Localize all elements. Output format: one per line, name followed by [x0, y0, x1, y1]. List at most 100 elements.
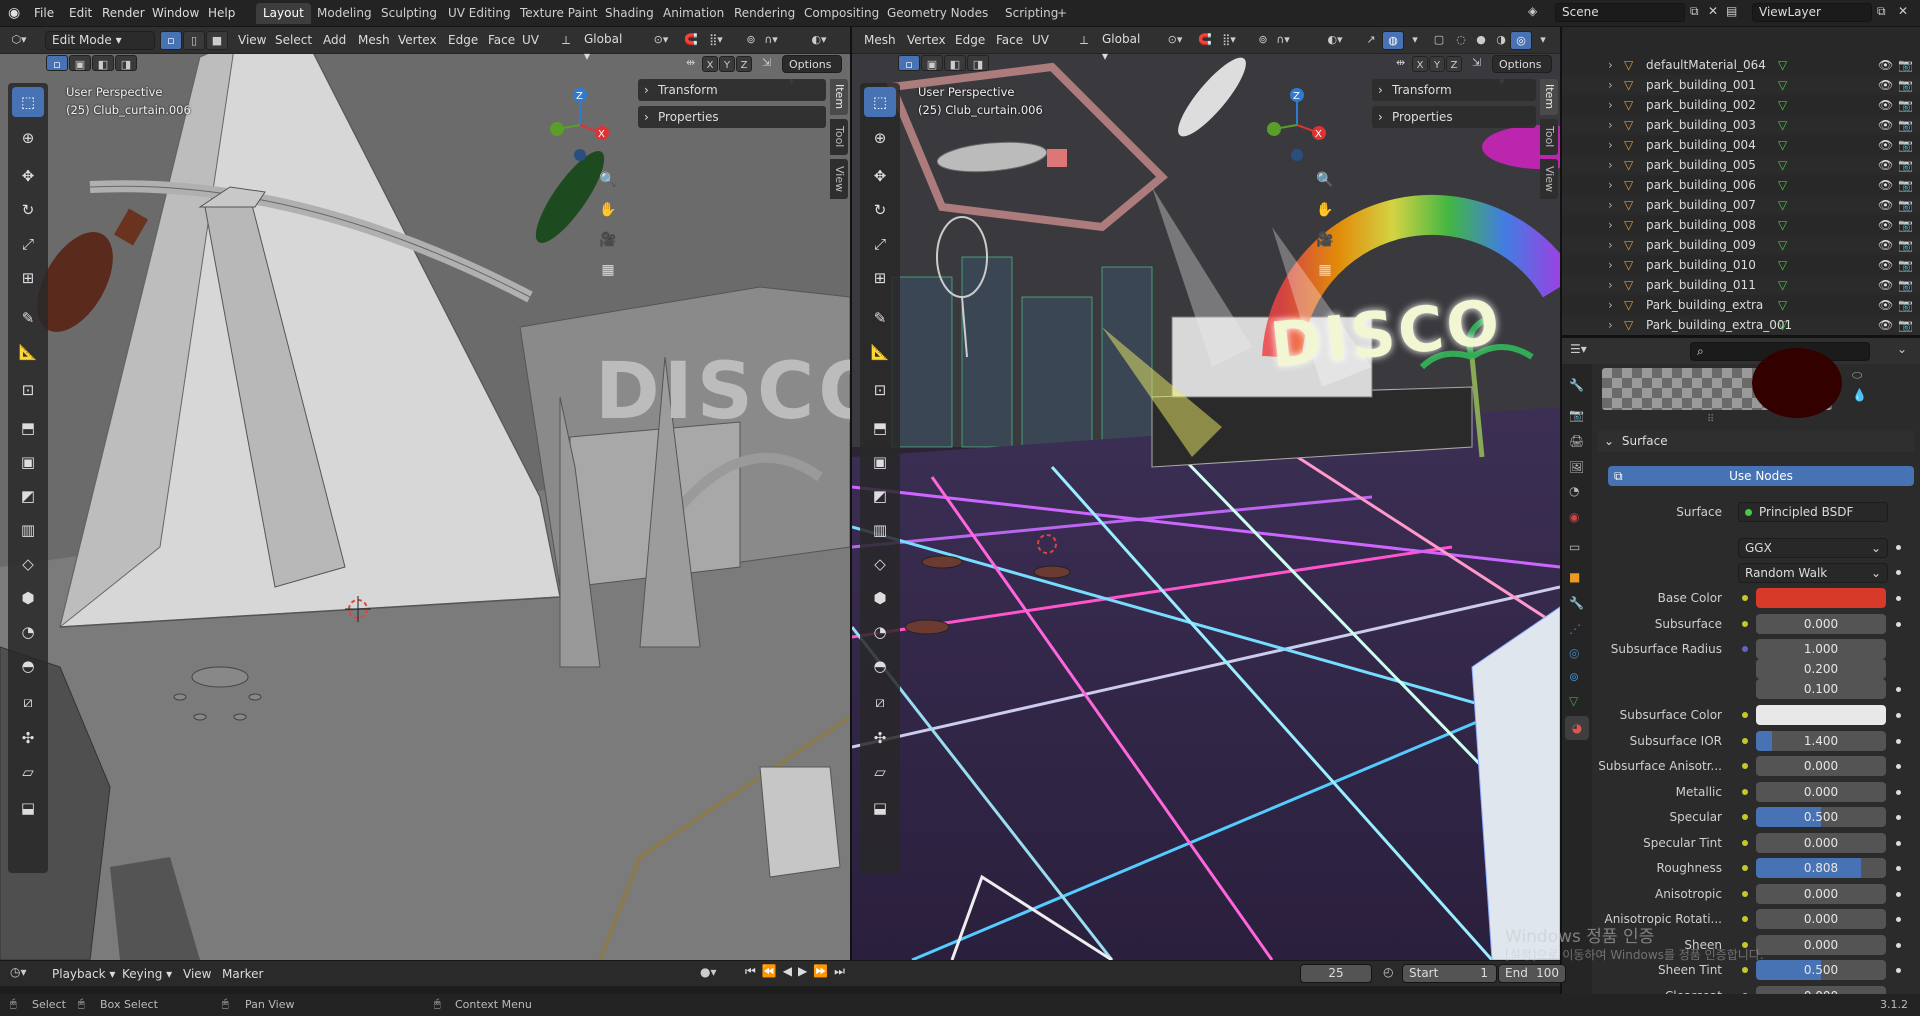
animate-dot-icon[interactable]: [1896, 815, 1901, 820]
menu-select[interactable]: Select: [275, 31, 312, 50]
transform-panel[interactable]: › Transform: [638, 79, 826, 101]
tab-view[interactable]: View: [830, 159, 848, 199]
animate-dot-icon[interactable]: [1896, 621, 1901, 627]
animate-dot-icon[interactable]: [1896, 891, 1901, 897]
socket-dot-icon[interactable]: [1742, 620, 1748, 627]
socket-dot-icon[interactable]: [1742, 814, 1748, 820]
orientation-dropdown[interactable]: Global ▾: [578, 31, 638, 63]
eye-icon[interactable]: 👁: [1878, 155, 1893, 175]
menu-edge[interactable]: Edge: [448, 31, 478, 50]
shear-icon[interactable]: ▱: [864, 757, 896, 787]
outliner-row[interactable]: › ▽ Park_building_extra_001 ▽ 👁 📷: [1562, 315, 1920, 335]
menu-edge[interactable]: Edge: [955, 31, 985, 50]
auto-merge-icon[interactable]: ⇲: [1472, 56, 1481, 69]
chevron-right-icon[interactable]: ›: [1608, 195, 1613, 215]
preview-drop-icon[interactable]: 💧: [1852, 388, 1867, 402]
cursor-icon[interactable]: ⊕: [864, 123, 896, 153]
select-new-icon[interactable]: ▫: [898, 55, 920, 71]
menu-edit[interactable]: Edit: [69, 0, 92, 27]
render-camera-icon[interactable]: 📷: [1898, 195, 1913, 215]
start-frame-field[interactable]: Start 1: [1402, 964, 1497, 983]
tab-sculpting[interactable]: Sculpting: [374, 3, 444, 24]
select-subtract-icon[interactable]: ◧: [92, 55, 114, 71]
poly-build-icon[interactable]: ⬢: [12, 583, 44, 613]
rotate-icon[interactable]: ↻: [12, 195, 44, 225]
number-field[interactable]: 0.500: [1756, 960, 1886, 980]
render-camera-icon[interactable]: 📷: [1898, 235, 1913, 255]
select-extend-icon[interactable]: ▣: [921, 55, 943, 71]
number-field[interactable]: 0.000: [1756, 781, 1886, 802]
menu-vertex[interactable]: Vertex: [398, 31, 437, 50]
tab-tool[interactable]: Tool: [1540, 119, 1558, 155]
shrink-fatten-icon[interactable]: ✣: [864, 723, 896, 753]
material-shading-icon[interactable]: ◑: [1490, 31, 1512, 50]
distribution-dropdown[interactable]: GGX ⌄: [1738, 538, 1888, 558]
eye-icon[interactable]: 👁: [1878, 195, 1893, 215]
mode-dropdown[interactable]: Edit Mode ▾: [45, 31, 155, 50]
overlays-icon[interactable]: ◍: [1382, 31, 1404, 50]
color-swatch[interactable]: [1756, 705, 1886, 725]
menu-playback[interactable]: Playback ▾: [52, 965, 115, 984]
spin-icon[interactable]: ◔: [864, 617, 896, 647]
inset-icon[interactable]: ▣: [864, 447, 896, 477]
mirror-z-button[interactable]: Z: [736, 56, 752, 72]
inset-icon[interactable]: ▣: [12, 447, 44, 477]
extrude-icon[interactable]: ⬒: [864, 413, 896, 443]
current-frame-field[interactable]: 25: [1300, 964, 1372, 983]
surface-shader-field[interactable]: Principled BSDF: [1738, 502, 1888, 522]
scale-icon[interactable]: ⤢: [864, 229, 896, 259]
scene-field[interactable]: Scene: [1555, 3, 1685, 22]
object-tab-icon[interactable]: ■: [1569, 570, 1580, 584]
snap-icon[interactable]: 🧲: [1194, 31, 1216, 50]
render-tab-icon[interactable]: 📷: [1569, 408, 1584, 422]
tool-tab-icon[interactable]: 🔧: [1569, 378, 1584, 392]
clock-icon[interactable]: ◴: [1383, 965, 1393, 979]
eye-icon[interactable]: 👁: [1878, 235, 1893, 255]
knife-icon[interactable]: ◇: [12, 549, 44, 579]
eye-icon[interactable]: 👁: [1878, 115, 1893, 135]
animate-dot-icon[interactable]: [1896, 713, 1901, 718]
proportional-edit-icon[interactable]: ⊚: [1252, 31, 1274, 50]
chevron-right-icon[interactable]: ›: [1608, 155, 1613, 175]
menu-face[interactable]: Face: [996, 31, 1023, 50]
smooth-icon[interactable]: ◓: [864, 651, 896, 681]
socket-dot-icon[interactable]: [1742, 595, 1748, 601]
menu-window[interactable]: Window: [152, 0, 199, 27]
chevron-right-icon[interactable]: ›: [1608, 95, 1613, 115]
annotate-icon[interactable]: ✎: [864, 303, 896, 333]
chevron-right-icon[interactable]: ›: [1608, 255, 1613, 275]
menu-uv[interactable]: UV: [1032, 31, 1049, 50]
select-new-icon[interactable]: ▫: [46, 55, 68, 71]
options-dropdown[interactable]: Options ▾: [782, 55, 842, 88]
number-field[interactable]: 0.000: [1756, 934, 1886, 955]
outliner-row[interactable]: › ▽ park_building_008 ▽ 👁 📷: [1562, 215, 1920, 235]
move-icon[interactable]: ✥: [864, 161, 896, 191]
animate-dot-icon[interactable]: [1896, 942, 1901, 948]
select-extend-icon[interactable]: ▣: [69, 55, 91, 71]
animate-dot-icon[interactable]: [1896, 968, 1901, 973]
chevron-right-icon[interactable]: ›: [1608, 235, 1613, 255]
number-field[interactable]: 0.000: [1756, 613, 1886, 634]
eye-icon[interactable]: 👁: [1878, 315, 1893, 335]
vector-field[interactable]: 1.000: [1756, 639, 1886, 659]
mirror-z-button[interactable]: Z: [1446, 56, 1462, 72]
navigation-gizmo[interactable]: Z X: [545, 85, 615, 165]
tab-modeling[interactable]: Modeling: [310, 3, 379, 24]
menu-keying[interactable]: Keying ▾: [122, 965, 172, 984]
eye-icon[interactable]: 👁: [1878, 175, 1893, 195]
tab-uv-editing[interactable]: UV Editing: [441, 3, 518, 24]
ortho-grid-icon[interactable]: ▦: [1314, 259, 1336, 281]
animate-dot-icon[interactable]: [1896, 764, 1901, 769]
navigation-gizmo[interactable]: Z X: [1262, 85, 1332, 165]
zoom-icon[interactable]: 🔍: [597, 169, 619, 191]
record-icon[interactable]: ●▾: [700, 965, 717, 979]
transform-panel[interactable]: › Transform: [1372, 79, 1536, 101]
outliner-row[interactable]: › ▽ park_building_010 ▽ 👁 📷: [1562, 255, 1920, 275]
socket-dot-icon[interactable]: [1742, 916, 1748, 922]
smooth-icon[interactable]: ◓: [12, 651, 44, 681]
menu-mesh[interactable]: Mesh: [864, 31, 896, 50]
menu-uv[interactable]: UV: [522, 31, 539, 50]
shrink-fatten-icon[interactable]: ✣: [12, 723, 44, 753]
chevron-right-icon[interactable]: ›: [1608, 275, 1613, 295]
render-camera-icon[interactable]: 📷: [1898, 275, 1913, 295]
